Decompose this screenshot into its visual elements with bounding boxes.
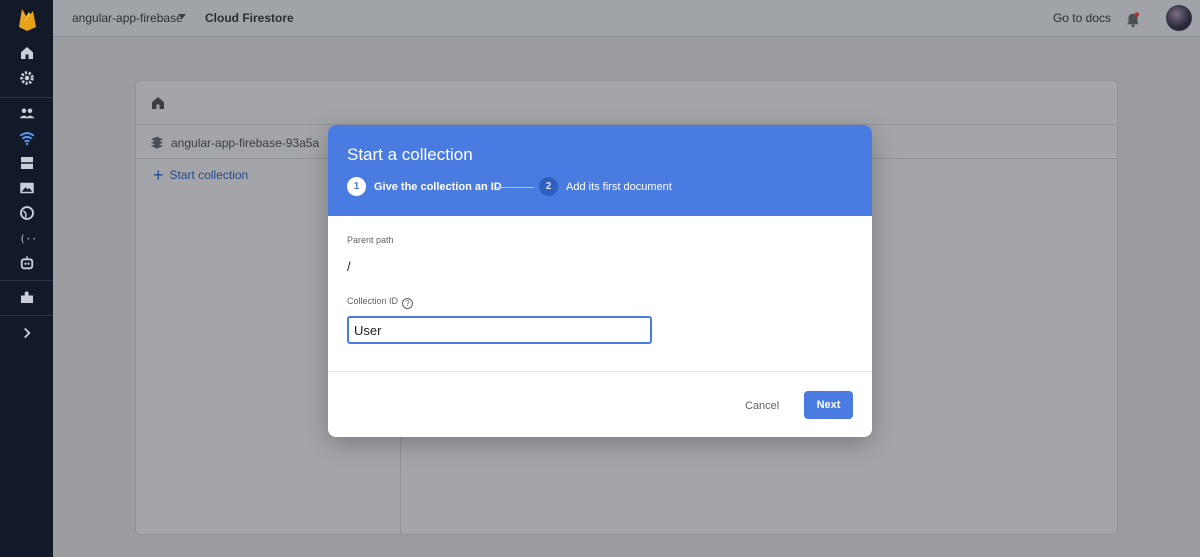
ml-robot-icon[interactable] [17, 253, 37, 273]
firestore-icon[interactable] [17, 128, 37, 148]
avatar[interactable] [1166, 5, 1192, 31]
product-title: Cloud Firestore [205, 11, 294, 25]
dialog-header: Start a collection 1 Give the collection… [328, 125, 872, 216]
collection-id-label: Collection ID [347, 296, 399, 306]
step-number-2: 2 [539, 177, 558, 196]
step-number-1: 1 [347, 177, 366, 196]
collection-id-label-row: Collection ID? [347, 296, 414, 309]
notification-bell-icon[interactable] [1124, 10, 1142, 28]
dialog-title: Start a collection [347, 145, 473, 164]
firebase-logo-icon[interactable] [16, 7, 38, 31]
storage-icon[interactable] [17, 178, 37, 198]
parent-path-value: / [347, 259, 351, 274]
home-icon[interactable] [17, 43, 37, 63]
sidebar: (··) [0, 0, 53, 557]
step-label-1: Give the collection an ID [374, 180, 502, 193]
collection-root-label: angular-app-firebase-93a5a [171, 136, 320, 150]
stepper-connector [496, 187, 534, 188]
home-icon[interactable] [149, 94, 167, 112]
sidebar-divider [0, 280, 53, 281]
globe-icon[interactable] [17, 203, 37, 223]
sidebar-divider [0, 97, 53, 98]
caret-down-icon[interactable] [178, 14, 186, 19]
sidebar-divider [0, 315, 53, 316]
start-collection-label: Start collection [169, 168, 249, 182]
users-icon[interactable] [17, 103, 37, 123]
parent-path-label: Parent path [347, 235, 394, 245]
gear-icon[interactable] [17, 68, 37, 88]
svg-text:(··): (··) [20, 234, 37, 245]
plus-icon: + [153, 165, 164, 185]
collection-id-input[interactable] [347, 316, 652, 344]
firestore-stack-icon [149, 134, 165, 150]
step-label-2: Add its first document [566, 180, 672, 193]
start-collection-button[interactable]: + Start collection [153, 165, 249, 185]
start-collection-dialog: Start a collection 1 Give the collection… [328, 125, 872, 437]
chevron-right-icon[interactable] [17, 323, 37, 343]
stepper-step-1: 1 Give the collection an ID [347, 177, 502, 196]
dialog-divider [328, 371, 872, 372]
next-button[interactable]: Next [804, 391, 853, 419]
functions-icon[interactable]: (··) [17, 228, 37, 248]
cancel-button[interactable]: Cancel [739, 392, 785, 420]
top-bar: angular-app-firebase Cloud Firestore Go … [53, 0, 1200, 37]
go-to-docs-link[interactable]: Go to docs [1053, 11, 1111, 25]
extensions-icon[interactable] [17, 287, 37, 307]
database-icon[interactable] [17, 153, 37, 173]
help-icon[interactable]: ? [402, 298, 414, 309]
project-selector[interactable]: angular-app-firebase [72, 11, 183, 25]
stepper-step-2: 2 Add its first document [539, 177, 672, 196]
